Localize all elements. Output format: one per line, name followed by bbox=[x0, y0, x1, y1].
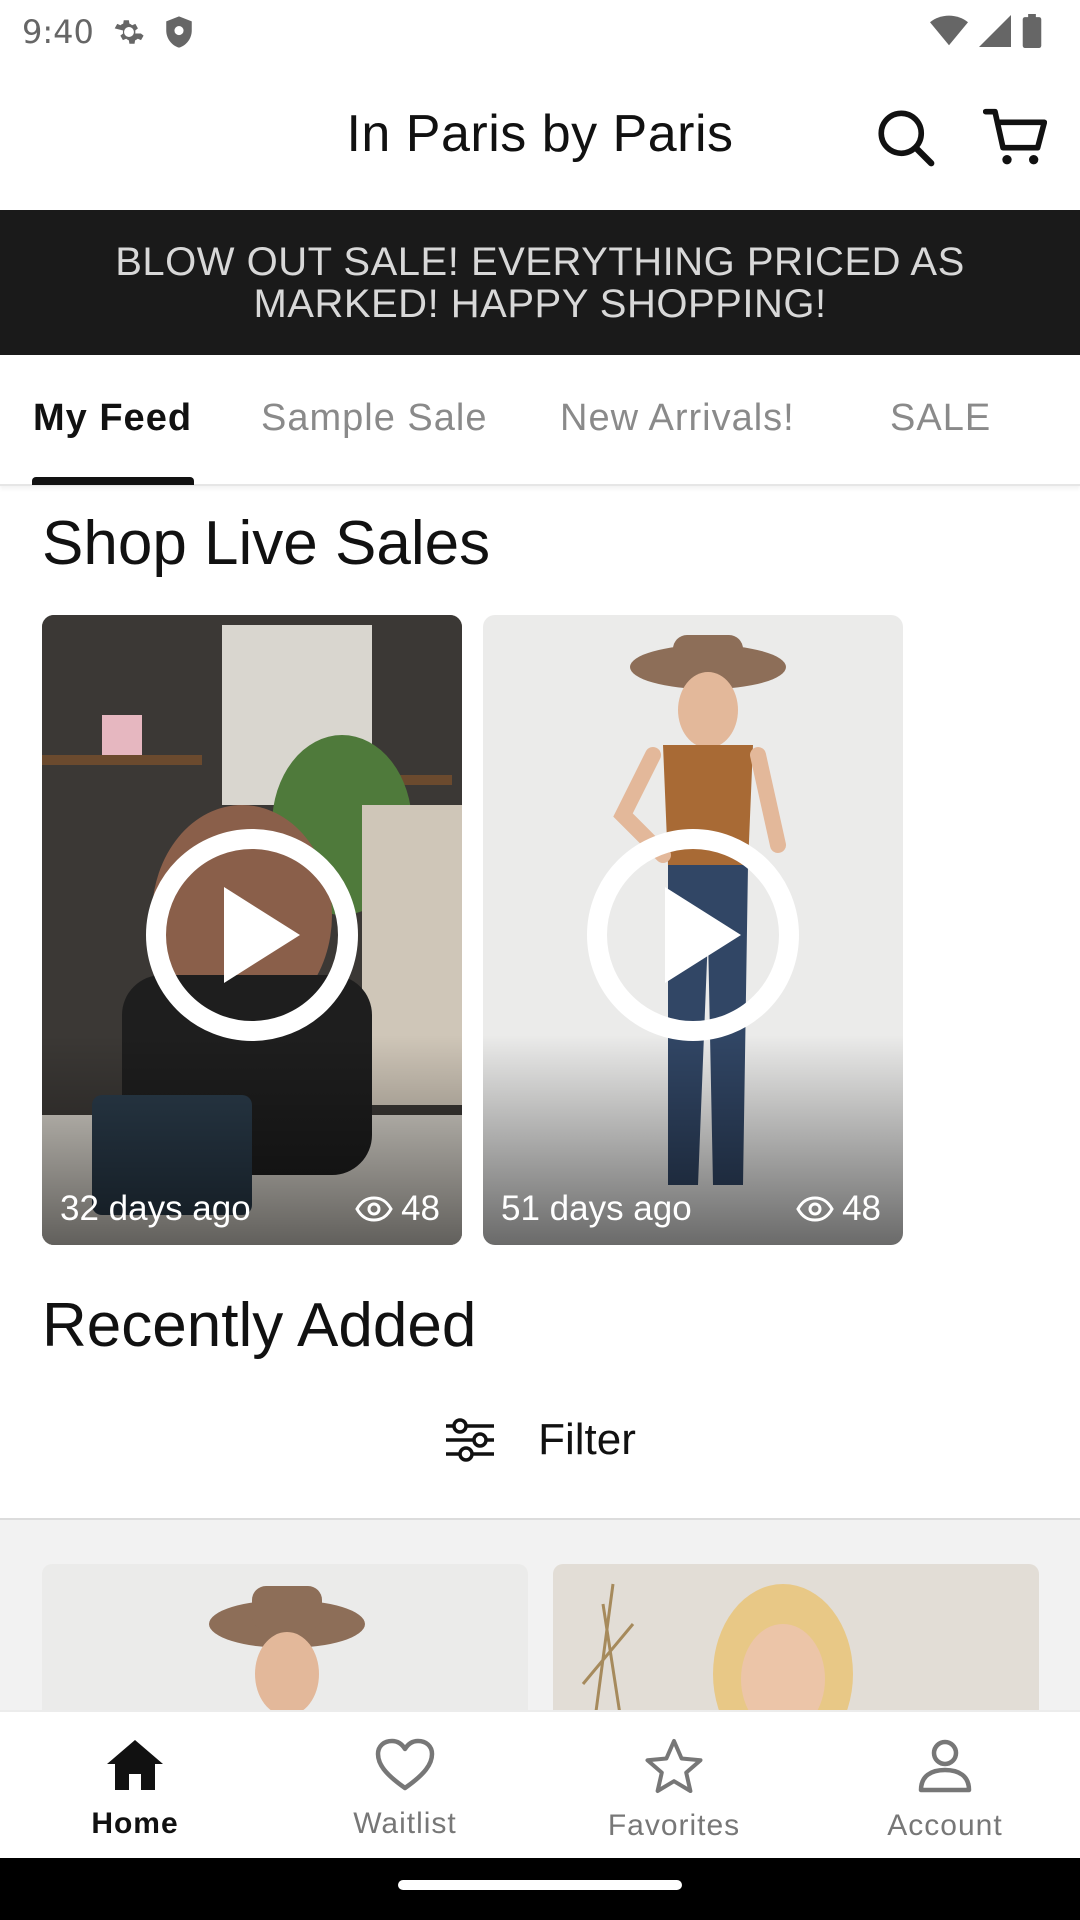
video-age: 51 days ago bbox=[501, 1189, 692, 1228]
video-age: 32 days ago bbox=[60, 1189, 251, 1228]
star-icon bbox=[645, 1739, 703, 1793]
system-navigation-bar bbox=[0, 1858, 1080, 1920]
product-card[interactable] bbox=[553, 1564, 1039, 1734]
tab-sample-sale[interactable]: Sample Sale bbox=[261, 397, 487, 440]
settings-gear-icon bbox=[112, 15, 146, 49]
heart-icon bbox=[375, 1738, 435, 1791]
category-tabs: My Feed Sample Sale New Arrivals! SALE bbox=[0, 355, 1080, 486]
product-image bbox=[553, 1564, 1039, 1734]
active-tab-indicator bbox=[32, 477, 194, 485]
tab-my-feed[interactable]: My Feed bbox=[33, 397, 192, 440]
product-image bbox=[42, 1564, 528, 1734]
wifi-icon bbox=[930, 15, 968, 52]
view-count-value: 48 bbox=[842, 1189, 881, 1228]
app-header: In Paris by Paris bbox=[0, 64, 1080, 210]
battery-icon bbox=[1022, 14, 1042, 53]
person-icon bbox=[918, 1739, 972, 1793]
eye-icon bbox=[796, 1196, 834, 1222]
tab-new-arrivals[interactable]: New Arrivals! bbox=[560, 397, 795, 440]
nav-favorites-label: Favorites bbox=[607, 1809, 741, 1842]
search-button[interactable] bbox=[872, 104, 938, 170]
nav-account[interactable]: Account bbox=[845, 1738, 1045, 1843]
search-icon bbox=[878, 110, 935, 167]
live-video-card[interactable]: 51 days ago 48 bbox=[483, 615, 903, 1245]
cart-button[interactable] bbox=[982, 104, 1048, 170]
play-icon bbox=[146, 829, 358, 1041]
cellular-signal-icon bbox=[978, 15, 1012, 52]
nav-account-label: Account bbox=[887, 1809, 1003, 1842]
live-video-card[interactable]: 32 days ago 48 bbox=[42, 615, 462, 1245]
nav-waitlist[interactable]: Waitlist bbox=[305, 1738, 505, 1841]
status-bar: 9:40 bbox=[0, 0, 1080, 64]
filter-label: Filter bbox=[538, 1415, 636, 1464]
play-icon bbox=[587, 829, 799, 1041]
status-time: 9:40 bbox=[22, 13, 94, 51]
product-card[interactable] bbox=[42, 1564, 528, 1734]
tab-sale[interactable]: SALE bbox=[890, 397, 991, 440]
home-icon bbox=[107, 1740, 163, 1790]
view-count: 48 bbox=[796, 1189, 881, 1229]
home-gesture-handle[interactable] bbox=[398, 1880, 682, 1890]
nav-home-label: Home bbox=[91, 1807, 179, 1840]
bottom-navigation: Home Waitlist Favorites Account bbox=[0, 1710, 1080, 1858]
promo-banner: BLOW OUT SALE! EVERYTHING PRICED AS MARK… bbox=[0, 210, 1080, 355]
nav-home[interactable]: Home bbox=[35, 1738, 235, 1841]
cart-icon bbox=[983, 108, 1047, 165]
view-count-value: 48 bbox=[401, 1189, 440, 1228]
view-count: 48 bbox=[355, 1189, 440, 1229]
recently-added-heading: Recently Added bbox=[42, 1291, 477, 1360]
filter-button[interactable]: Filter bbox=[0, 1405, 1080, 1475]
nav-waitlist-label: Waitlist bbox=[353, 1807, 457, 1840]
shop-live-sales-heading: Shop Live Sales bbox=[42, 509, 491, 578]
eye-icon bbox=[355, 1196, 393, 1222]
shield-icon bbox=[164, 15, 194, 49]
status-indicators bbox=[930, 14, 1042, 53]
filter-sliders-icon bbox=[446, 1418, 495, 1462]
promo-banner-text: BLOW OUT SALE! EVERYTHING PRICED AS MARK… bbox=[115, 239, 965, 326]
nav-favorites[interactable]: Favorites bbox=[574, 1738, 774, 1843]
